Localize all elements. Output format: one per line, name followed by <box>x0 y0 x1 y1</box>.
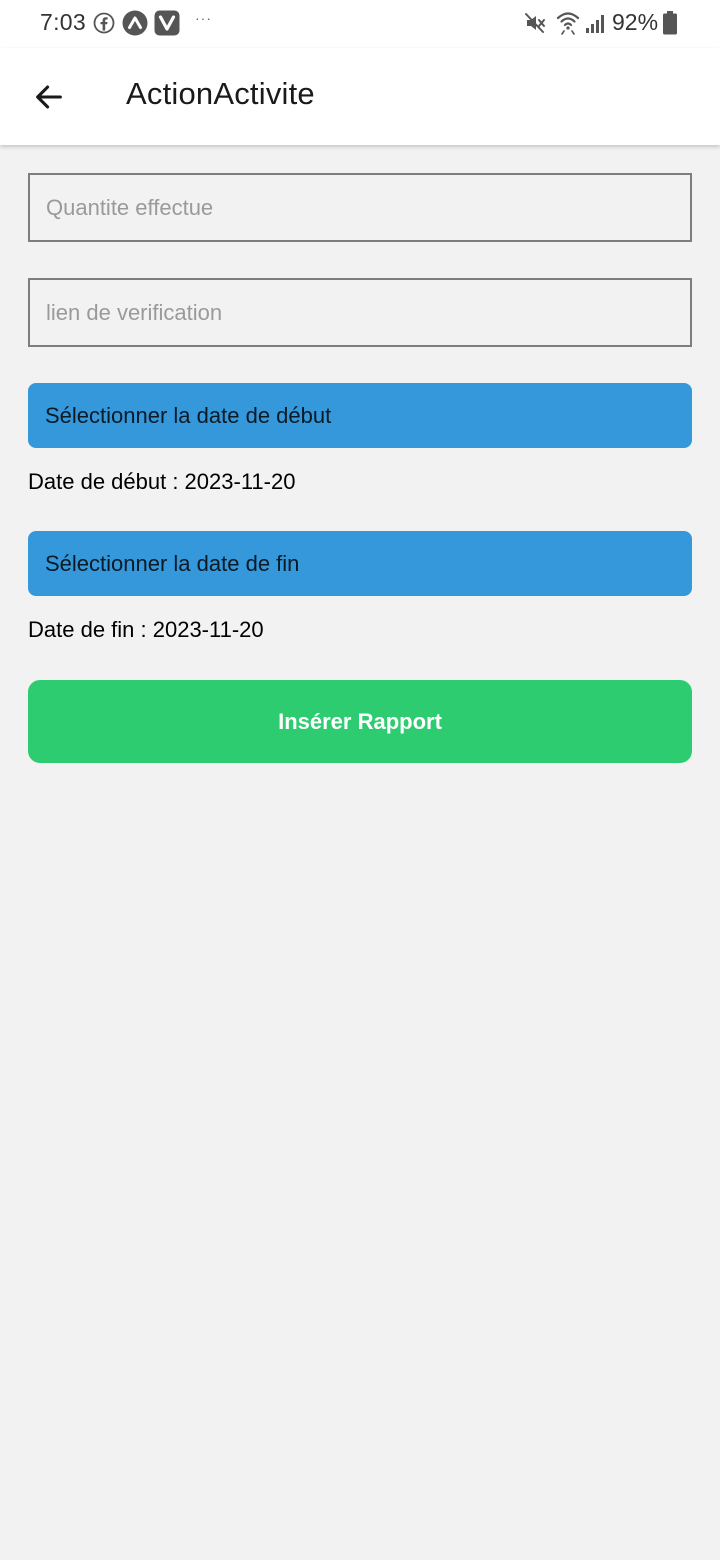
select-start-date-button[interactable]: Sélectionner la date de début <box>28 383 692 448</box>
back-button[interactable] <box>22 70 76 124</box>
battery-icon <box>663 11 677 35</box>
mute-icon <box>525 13 545 33</box>
verification-link-input[interactable] <box>28 278 692 347</box>
status-bar: 7:03 ··· 92% <box>0 0 720 48</box>
insert-report-label: Insérer Rapport <box>278 708 442 734</box>
wifi-icon <box>556 12 580 35</box>
app-bar: ActionActivite <box>0 48 720 145</box>
select-end-date-label: Sélectionner la date de fin <box>45 550 300 576</box>
more-notifications-indicator: ··· <box>195 10 212 26</box>
select-start-date-label: Sélectionner la date de début <box>45 402 332 428</box>
signal-icon <box>586 15 604 33</box>
quantity-input[interactable] <box>28 173 692 242</box>
status-time: 7:03 <box>40 9 86 35</box>
end-date-text: Date de fin : 2023-11-20 <box>28 617 264 642</box>
battery-percent: 92% <box>612 9 659 35</box>
start-date-text: Date de début : 2023-11-20 <box>28 469 296 494</box>
app-a-icon <box>122 10 148 36</box>
app-v-icon <box>154 10 180 36</box>
facebook-icon <box>93 12 115 34</box>
select-end-date-button[interactable]: Sélectionner la date de fin <box>28 531 692 596</box>
insert-report-button[interactable]: Insérer Rapport <box>28 680 692 763</box>
page-title: ActionActivite <box>126 76 315 111</box>
arrow-left-icon <box>36 85 62 109</box>
